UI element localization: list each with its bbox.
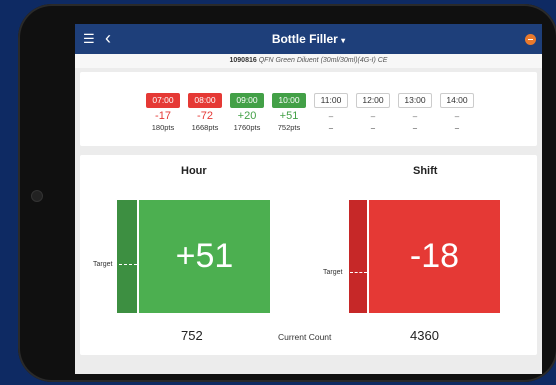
dropdown-caret-icon: ▾ (341, 36, 346, 45)
hour-delta: -72 (197, 110, 213, 122)
hour-delta: – (454, 112, 460, 121)
hour-column[interactable]: 08:00 -72 1668pts (184, 90, 226, 133)
hour-time-badge: 11:00 (314, 93, 348, 108)
current-count-label: Current Count (278, 332, 332, 342)
tablet-camera (31, 190, 43, 202)
shift-progress-bar (349, 200, 367, 313)
hour-time-badge: 13:00 (398, 93, 432, 108)
hour-time-badge: 08:00 (188, 93, 222, 108)
hour-column[interactable]: 07:00 -17 180pts (142, 90, 184, 133)
app-screen: ☰ ‹ Bottle Filler ▾ 1090816 QFN Green Di… (75, 24, 542, 374)
shift-panel-title: Shift (413, 165, 438, 177)
performance-card: Hour Target +51 752 Shift Target -18 436… (80, 155, 537, 355)
hour-delta: – (370, 112, 376, 121)
hour-column[interactable]: 13:00 – – (394, 90, 436, 133)
hour-column[interactable]: 10:00 +51 752pts (268, 90, 310, 133)
hour-delta-box: +51 (139, 200, 270, 313)
shift-delta-box: -18 (369, 200, 500, 313)
hour-time-badge: 12:00 (356, 93, 390, 108)
hour-points: – (370, 123, 376, 132)
hour-target-label: Target (93, 261, 113, 268)
hour-time-badge: 07:00 (146, 93, 180, 108)
hour-delta: – (328, 112, 334, 121)
hour-column[interactable]: 14:00 – – (436, 90, 478, 133)
hour-time-badge: 14:00 (440, 93, 474, 108)
hour-points: 1668pts (191, 123, 219, 132)
hour-column[interactable]: 11:00 – – (310, 90, 352, 133)
hour-panel-title: Hour (181, 165, 207, 177)
hour-points: – (328, 123, 334, 132)
shift-delta-value: -18 (409, 237, 460, 275)
hour-column[interactable]: 09:00 +20 1760pts (226, 90, 268, 133)
hour-time-badge: 10:00 (272, 93, 306, 108)
hour-delta: – (412, 112, 418, 121)
product-bar: 1090816 QFN Green Diluent (30ml/30ml)(4G… (75, 54, 542, 68)
hourly-summary-card: 07:00 -17 180pts 08:00 -72 1668pts 09:00 +20 176… (80, 72, 537, 146)
hour-delta: +51 (279, 110, 299, 122)
shift-target-line (350, 272, 367, 273)
machine-selector[interactable]: Bottle Filler ▾ (75, 32, 542, 46)
shift-current-count: 4360 (410, 328, 439, 343)
hourly-list: 07:00 -17 180pts 08:00 -72 1668pts 09:00 +20 176… (142, 90, 478, 133)
hour-target-line (119, 264, 137, 265)
hour-time-badge: 09:00 (230, 93, 264, 108)
top-bar: ☰ ‹ Bottle Filler ▾ (75, 24, 542, 54)
hour-points: 752pts (277, 123, 301, 132)
hour-points: 180pts (151, 123, 175, 132)
hour-points: 1760pts (233, 123, 261, 132)
hour-points: – (412, 123, 418, 132)
product-name: QFN Green Diluent (30ml/30ml)(4G-I) CE (258, 57, 388, 64)
hour-delta-value: +51 (175, 237, 234, 275)
minus-circle-icon[interactable] (525, 34, 536, 45)
machine-title: Bottle Filler (271, 32, 338, 46)
hour-current-count: 752 (181, 328, 203, 343)
shift-target-label: Target (323, 269, 343, 276)
hour-column[interactable]: 12:00 – – (352, 90, 394, 133)
hour-delta: -17 (155, 110, 171, 122)
tablet-frame: ☰ ‹ Bottle Filler ▾ 1090816 QFN Green Di… (18, 4, 556, 382)
hour-points: – (454, 123, 460, 132)
product-code: 1090816 (229, 57, 257, 64)
hour-delta: +20 (237, 110, 257, 122)
hour-progress-bar (117, 200, 137, 313)
